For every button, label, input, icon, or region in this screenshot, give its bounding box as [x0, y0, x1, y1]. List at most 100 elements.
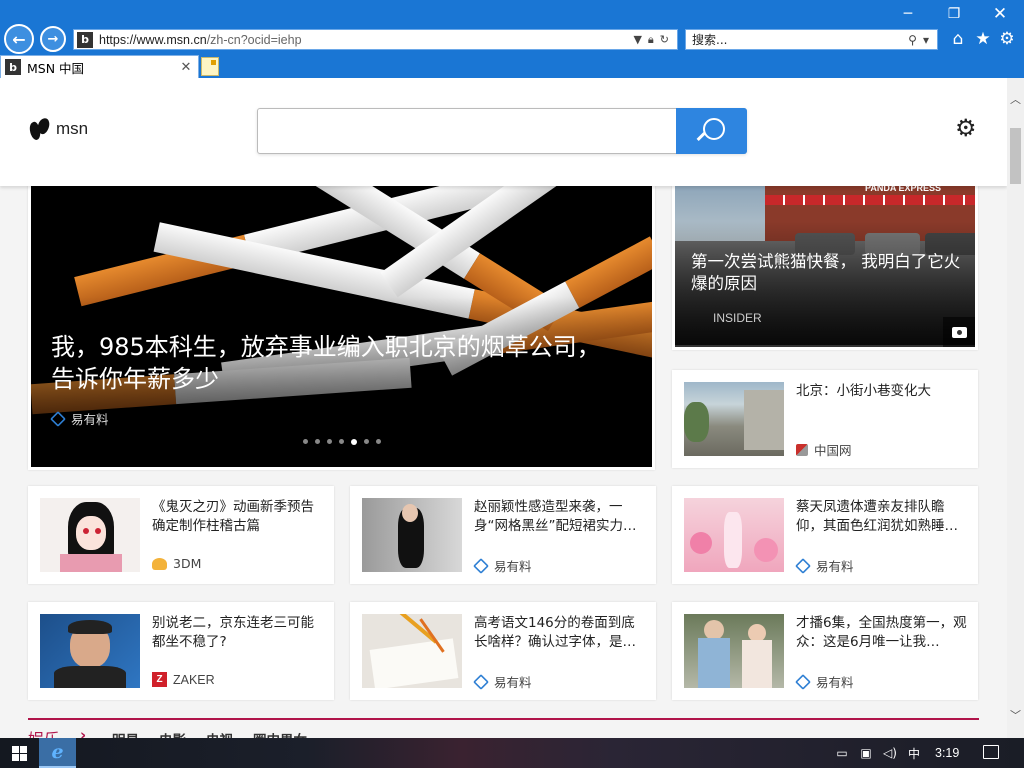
carousel-dot[interactable]	[376, 439, 381, 444]
news-thumbnail	[684, 614, 784, 688]
carousel-dot[interactable]	[303, 439, 308, 444]
news-source-text: 易有料	[816, 559, 854, 574]
news-card[interactable]: 北京：小街小巷变化大 中国网	[672, 370, 978, 468]
windows-logo-icon	[11, 745, 27, 761]
volume-icon[interactable]: ◁)	[882, 746, 898, 760]
news-thumbnail	[684, 382, 784, 456]
news-title[interactable]: 《鬼灭之刃》动画新季预告确定制作柱稽古篇	[152, 498, 324, 536]
msn-butterfly-icon	[30, 116, 50, 142]
ime-indicator[interactable]: 中	[906, 745, 922, 762]
camera-icon[interactable]	[943, 317, 975, 347]
yiyouliao-icon	[473, 557, 489, 574]
clock[interactable]: 3:19	[935, 746, 959, 760]
address-url[interactable]: https://www.msn.cn/zh-cn?ocid=iehp	[99, 33, 633, 47]
section-arrow-icon[interactable]: ›	[80, 726, 86, 738]
search-icon[interactable]: ⚲	[908, 33, 917, 47]
restore-button[interactable]: ❐	[931, 0, 977, 28]
news-card[interactable]: 高考语文146分的卷面到底长啥样？确认过字体，是… 易有料	[350, 602, 656, 700]
section-link[interactable]: 明星	[112, 729, 139, 738]
ie-taskbar-button[interactable]: e	[39, 738, 76, 768]
news-source: 易有料	[795, 672, 854, 691]
lock-icon[interactable]: 🔒︎	[648, 33, 654, 47]
top-right-title[interactable]: 第一次尝试熊猫快餐， 我明白了它火爆的原因	[691, 251, 961, 295]
hero-title[interactable]: 我，985本科生，放弃事业编入职北京的烟草公司，告诉你年薪多少	[51, 331, 611, 395]
back-button[interactable]: ←	[4, 24, 34, 54]
forward-button[interactable]: →	[40, 26, 66, 52]
msn-logo[interactable]: msn	[30, 116, 88, 142]
section-links: 明星 电影 电视 圈内男女	[112, 729, 307, 738]
scroll-up-icon[interactable]: ︿	[1007, 90, 1024, 107]
tools-gear-icon[interactable]: ⚙	[997, 29, 1017, 49]
carousel-dot[interactable]	[351, 438, 357, 445]
section-link[interactable]: 圈内男女	[253, 729, 307, 738]
network-icon[interactable]: ▣	[858, 746, 874, 760]
start-button[interactable]	[0, 738, 38, 768]
msn-search-button[interactable]	[676, 108, 747, 154]
news-source-text: 易有料	[494, 675, 532, 690]
browser-search-box[interactable]: 搜索... ⚲ ▾	[685, 29, 938, 50]
url-path: /zh-cn?ocid=iehp	[206, 32, 302, 47]
news-source: 中国网	[796, 440, 852, 459]
news-thumbnail	[40, 498, 140, 572]
close-window-button[interactable]: ✕	[977, 0, 1023, 28]
news-source-text: ZAKER	[173, 672, 215, 687]
news-source: 易有料	[473, 672, 532, 691]
browser-search-placeholder: 搜索...	[692, 33, 728, 47]
news-title[interactable]: 别说老二，京东连老三可能都坐不稳了?	[152, 614, 324, 652]
news-thumbnail	[684, 498, 784, 572]
news-title[interactable]: 赵丽颖性感造型来袭，一身“网格黑丝”配短裙实力…	[474, 498, 646, 536]
new-tab-button[interactable]	[201, 57, 219, 76]
carousel-dot[interactable]	[327, 439, 332, 444]
msn-header: msn ⚙	[0, 78, 1007, 186]
news-card[interactable]: 赵丽颖性感造型来袭，一身“网格黑丝”配短裙实力… 易有料	[350, 486, 656, 584]
news-card[interactable]: 别说老二，京东连老三可能都坐不稳了? Z ZAKER	[28, 602, 334, 700]
yiyouliao-icon	[473, 673, 489, 690]
hero-card[interactable]: 我，985本科生，放弃事业编入职北京的烟草公司，告诉你年薪多少 易有料	[28, 178, 655, 470]
refresh-icon[interactable]: ↻	[660, 33, 669, 47]
url-host: https://www.msn.cn	[99, 32, 207, 47]
home-icon[interactable]: ⌂	[948, 29, 968, 49]
scrollbar-thumb[interactable]	[1010, 128, 1021, 184]
site-favicon-icon: b	[77, 31, 93, 48]
minimize-button[interactable]: ─	[885, 0, 931, 28]
news-card[interactable]: 才播6集，全国热度第一，观众：这是6月唯一让我… 易有料	[672, 602, 978, 700]
yiyouliao-icon	[795, 557, 811, 574]
news-card[interactable]: 《鬼灭之刃》动画新季预告确定制作柱稽古篇 3DM	[28, 486, 334, 584]
taskbar: e ▭ ▣ ◁) 中 3:19	[0, 738, 1024, 768]
news-source: Z ZAKER	[152, 672, 215, 687]
top-right-card[interactable]: PANDA EXPRESS 第一次尝试熊猫快餐， 我明白了它火爆的原因 INSI…	[672, 178, 978, 350]
search-dropdown-icon[interactable]: ▾	[923, 33, 929, 47]
news-thumbnail	[362, 614, 462, 688]
news-title[interactable]: 才播6集，全国热度第一，观众：这是6月唯一让我…	[796, 614, 968, 652]
tab-favicon-icon: b	[5, 59, 21, 75]
page-viewport: msn ⚙ 我，985本科生，放弃事业编入职北京的烟草公司，告诉你年薪多少 易有…	[0, 78, 1007, 738]
section-link[interactable]: 电视	[206, 729, 233, 738]
news-title[interactable]: 高考语文146分的卷面到底长啥样？确认过字体，是…	[474, 614, 646, 652]
vertical-scrollbar[interactable]: ︿ ﹀	[1007, 78, 1024, 738]
dropdown-icon[interactable]: ▼	[633, 33, 641, 47]
settings-gear-icon[interactable]: ⚙	[955, 114, 977, 142]
carousel-dot[interactable]	[339, 439, 344, 444]
browser-titlebar: ─ ❐ ✕ ← → b https://www.msn.cn/zh-cn?oci…	[0, 0, 1024, 78]
carousel-dot[interactable]	[315, 439, 320, 444]
tab-close-icon[interactable]: ✕	[178, 60, 194, 75]
news-card[interactable]: 蔡天凤遗体遭亲友排队瞻仰，其面色红润犹如熟睡… 易有料	[672, 486, 978, 584]
chinanet-icon	[796, 443, 808, 456]
msn-search-input[interactable]	[257, 108, 747, 154]
battery-icon[interactable]: ▭	[834, 746, 850, 760]
news-title[interactable]: 蔡天凤遗体遭亲友排队瞻仰，其面色红润犹如熟睡…	[796, 498, 968, 536]
carousel-dot[interactable]	[364, 439, 369, 444]
hero-source-text: 易有料	[71, 412, 109, 427]
favorites-star-icon[interactable]: ★	[973, 29, 993, 49]
scroll-down-icon[interactable]: ﹀	[1007, 706, 1024, 723]
search-icon	[702, 118, 725, 140]
system-tray: ▭ ▣ ◁) 中	[834, 738, 922, 768]
news-title[interactable]: 北京：小街小巷变化大	[796, 382, 968, 401]
tab-msn[interactable]: b MSN 中国 ✕	[0, 55, 199, 78]
address-bar[interactable]: b https://www.msn.cn/zh-cn?ocid=iehp ▼ 🔒…	[73, 29, 678, 50]
section-title[interactable]: 娱乐	[28, 726, 60, 738]
top-right-source: INSIDER	[713, 311, 762, 325]
news-source-text: 易有料	[494, 559, 532, 574]
section-link[interactable]: 电影	[159, 729, 186, 738]
notification-icon[interactable]	[983, 745, 999, 759]
